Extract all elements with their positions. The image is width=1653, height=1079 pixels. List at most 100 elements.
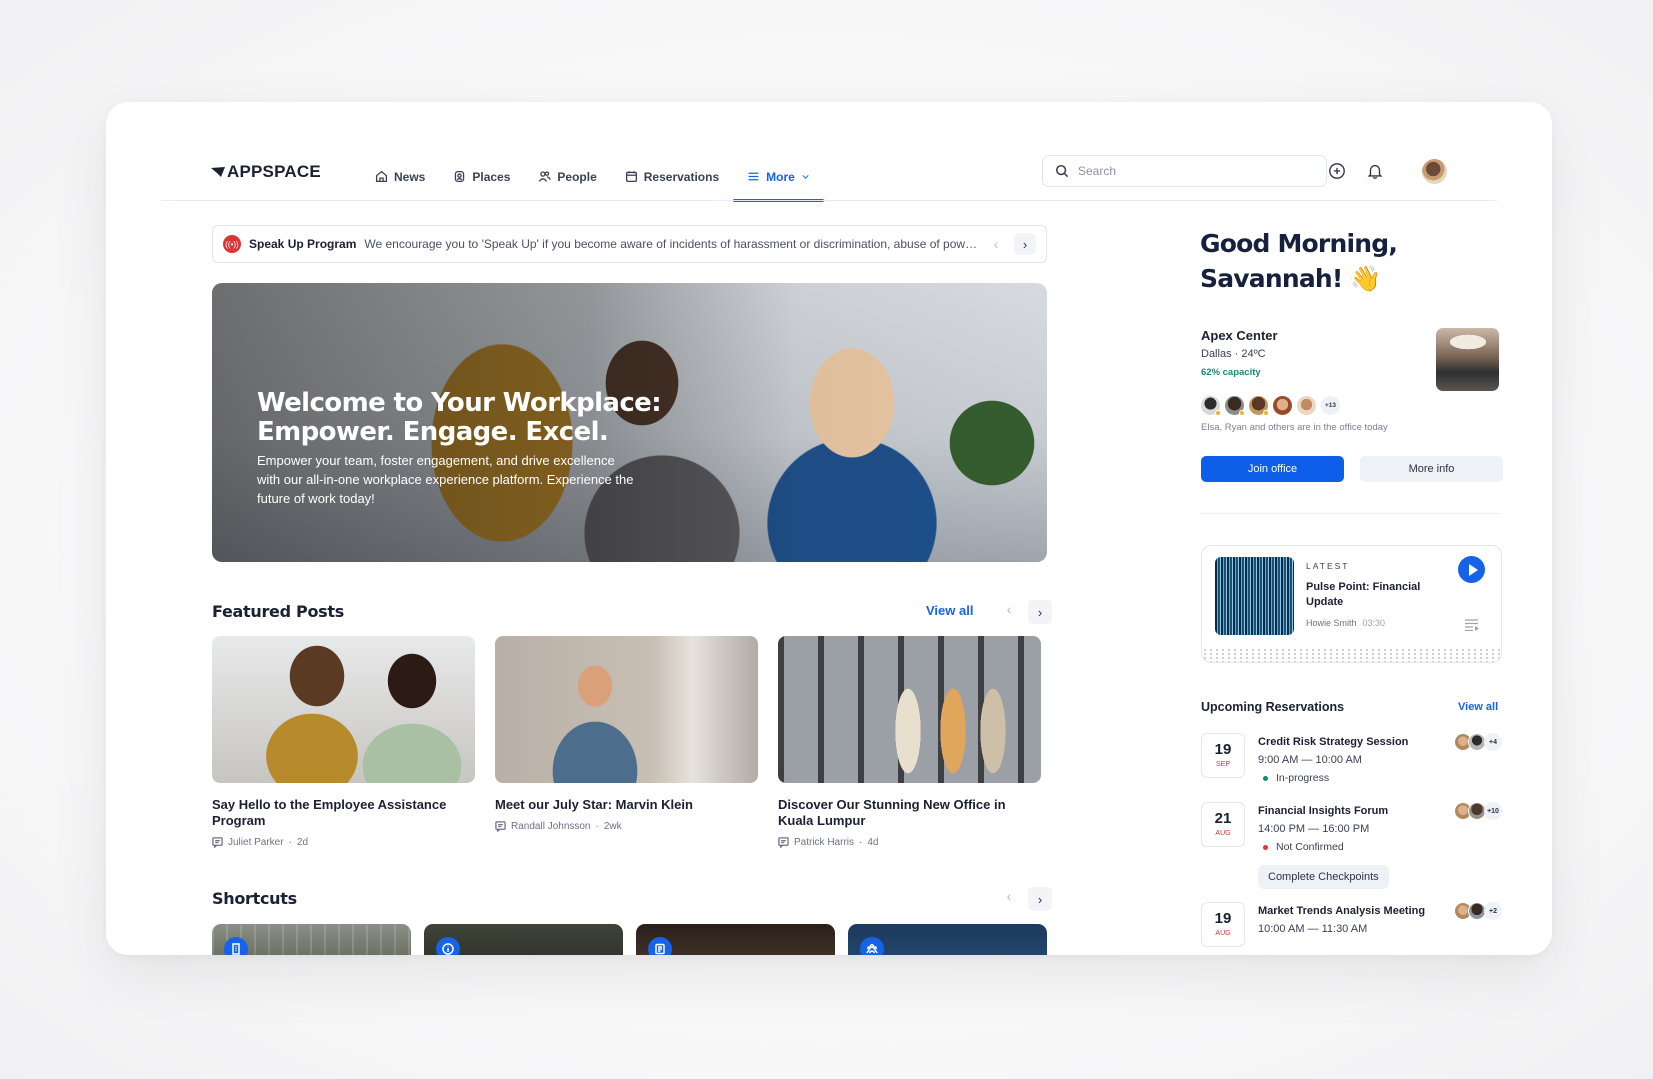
user-avatar[interactable] [1422,159,1447,184]
complete-checkpoints-button[interactable]: Complete Checkpoints [1258,865,1389,889]
shortcuts-title: Shortcuts [212,889,297,908]
nav-news[interactable]: News [361,152,439,201]
shortcut-card[interactable] [636,924,835,955]
bell-icon [1367,164,1383,179]
building-icon [224,937,248,955]
plus-circle-icon [1329,163,1345,179]
post-title: Discover Our Stunning New Office in Kual… [778,797,1006,828]
featured-prev-button[interactable]: ‹ [999,601,1019,617]
reservation-day: 19 [1214,910,1232,927]
comment-icon [495,821,506,832]
podcast-label: LATEST [1306,561,1350,571]
shortcut-card[interactable] [212,924,411,955]
attendee-avatar [1273,396,1292,415]
post-age: 4d [867,837,879,848]
post-card[interactable]: Say Hello to the Employee Assistance Pro… [212,636,475,848]
search-icon [1055,164,1069,178]
reservations-view-all-link[interactable]: View all [1458,701,1498,713]
reservation-time: 9:00 AM — 10:00 AM [1258,754,1362,766]
reservation-attendees[interactable]: +2 [1454,902,1502,920]
reservation-time: 10:00 AM — 11:30 AM [1258,923,1368,935]
reservations-title: Upcoming Reservations [1201,700,1345,714]
nav-places[interactable]: Places [439,152,524,201]
playlist-icon[interactable] [1465,619,1480,631]
places-icon [455,170,465,183]
featured-view-all-link[interactable]: View all [926,603,973,618]
post-image [495,636,758,783]
join-office-button[interactable]: Join office [1201,456,1344,482]
post-meta: Randall Johnsson · 2wk [495,821,758,832]
comment-icon [212,837,223,848]
add-button[interactable] [1327,161,1347,181]
notifications-button[interactable] [1365,161,1385,181]
reservation-day: 19 [1214,741,1232,758]
shortcuts-prev-button[interactable]: ‹ [999,888,1019,904]
nav-label: Reservations [643,169,720,184]
greeting-line-1: Good Morning, [1200,229,1398,258]
post-image [212,636,475,783]
announcement-banner[interactable]: ((•)) Speak Up Program We encourage you … [212,225,1047,263]
reservation-date: 21 AUG [1201,802,1245,847]
featured-next-button[interactable]: › [1028,600,1052,624]
logo-text: APPSPACE [227,162,321,181]
reservation-day: 21 [1214,810,1232,827]
office-attendees[interactable]: +13 [1201,396,1340,416]
podcast-meta: Howie Smith 03:30 [1306,618,1385,628]
nav-people[interactable]: People [524,152,610,201]
play-button[interactable] [1458,556,1485,583]
more-info-button[interactable]: More info [1360,456,1503,482]
featured-posts-title: Featured Posts [212,602,344,621]
podcast-duration: 03:30 [1362,618,1386,628]
attendee-count: +4 [1484,733,1502,751]
appspace-logo[interactable]: APPSPACE [211,162,321,182]
banner-prev-button[interactable]: ‹ [986,236,1006,252]
podcast-card[interactable]: LATEST Pulse Point: Financial Update How… [1201,545,1502,663]
post-card[interactable]: Discover Our Stunning New Office in Kual… [778,636,1041,848]
reservation-time: 14:00 PM — 16:00 PM [1258,823,1370,835]
attendee-more-count[interactable]: +13 [1321,396,1340,415]
banner-title: Speak Up Program [249,237,357,251]
nav-label: People [557,169,597,184]
shortcuts-next-button[interactable]: › [1028,887,1052,911]
greeting: Good Morning, Savannah! 👋 [1200,226,1398,296]
comment-icon [778,837,789,848]
reservation-attendees[interactable]: +4 [1454,733,1502,751]
office-capacity: 62% capacity [1201,367,1261,378]
post-card[interactable]: Meet our July Star: Marvin Klein Randall… [495,636,758,832]
newspaper-icon [648,937,672,955]
shortcut-card[interactable] [424,924,623,955]
post-meta: Juliet Parker · 2d [212,837,475,848]
nav-label: Places [472,169,511,184]
logo-mark-icon [211,167,225,177]
main-nav: News Places People Reservations More [361,152,824,202]
reservation-name: Market Trends Analysis Meeting [1258,905,1426,917]
attendee-avatar [1249,396,1269,416]
shortcut-card[interactable] [848,924,1047,955]
nav-more[interactable]: More [733,152,824,202]
banner-message: We encourage you to 'Speak Up' if you be… [364,237,978,251]
greeting-line-2: Savannah! 👋 [1200,264,1382,293]
reservation-date: 19 AUG [1201,902,1245,947]
attendee-avatar [1297,396,1316,415]
nav-label: More [766,169,795,184]
attendee-count: +10 [1484,802,1502,820]
office-image[interactable] [1436,328,1499,391]
section-divider [1201,513,1502,514]
post-title: Meet our July Star: Marvin Klein [495,797,693,812]
info-icon [436,937,460,955]
reservation-date: 19 SEP [1201,733,1245,778]
search-input[interactable] [1078,164,1298,178]
post-age: 2d [296,837,309,848]
attendee-avatar [1225,396,1245,416]
podcast-artwork [1215,557,1294,635]
reservation-month: SEP [1215,761,1230,768]
reservation-name: Financial Insights Forum [1258,805,1389,817]
office-name[interactable]: Apex Center [1201,328,1278,343]
nav-reservations[interactable]: Reservations [611,152,733,201]
search-box[interactable] [1042,155,1327,187]
reservation-month: AUG [1215,930,1231,937]
attendee-count: +2 [1484,902,1502,920]
hero-banner[interactable]: Welcome to Your Workplace: Empower. Enga… [212,283,1047,562]
reservation-attendees[interactable]: +10 [1454,802,1502,820]
banner-next-button[interactable]: › [1014,233,1036,255]
